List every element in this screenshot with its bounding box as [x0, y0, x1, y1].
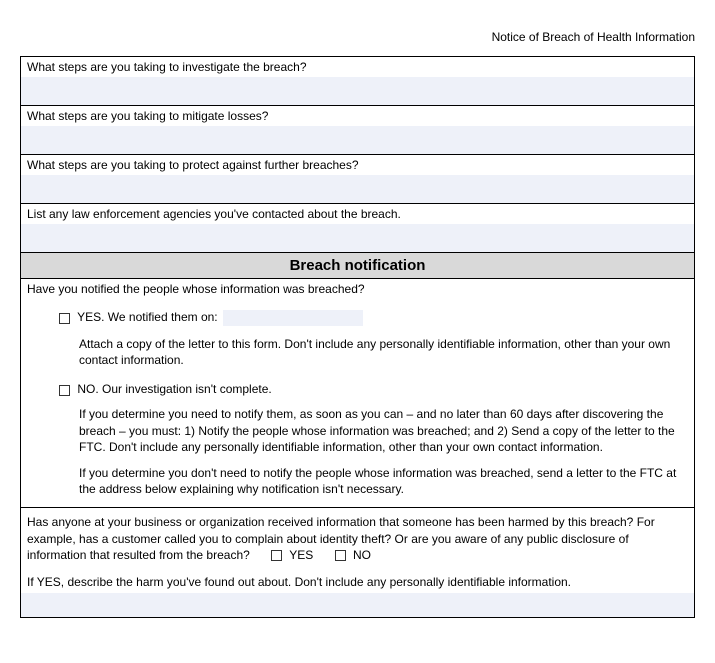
notify-no-row: NO. Our investigation isn't complete.	[27, 382, 688, 396]
input-mitigate[interactable]	[21, 126, 694, 154]
harm-section: Has anyone at your business or organizat…	[21, 508, 694, 617]
checkbox-notify-no[interactable]	[59, 385, 70, 396]
input-agencies[interactable]	[21, 224, 694, 252]
harm-no-label: NO	[353, 548, 371, 562]
label-investigate: What steps are you taking to investigate…	[21, 57, 694, 77]
notification-section: Have you notified the people whose infor…	[21, 279, 694, 508]
row-protect: What steps are you taking to protect aga…	[21, 155, 694, 204]
notify-no-note1: If you determine you need to notify them…	[27, 406, 688, 455]
checkbox-notify-yes[interactable]	[59, 313, 70, 324]
notify-question: Have you notified the people whose infor…	[27, 282, 688, 296]
notify-no-label: NO. Our investigation isn't complete.	[77, 382, 271, 396]
label-agencies: List any law enforcement agencies you've…	[21, 204, 694, 224]
harm-yes-label: YES	[289, 548, 313, 562]
input-notify-date[interactable]	[223, 310, 363, 326]
harm-yesno: YES NO	[271, 547, 389, 563]
notify-yes-row: YES. We notified them on:	[27, 310, 688, 326]
checkbox-harm-yes[interactable]	[271, 550, 282, 561]
row-mitigate: What steps are you taking to mitigate lo…	[21, 106, 694, 155]
row-investigate: What steps are you taking to investigate…	[21, 57, 694, 106]
row-agencies: List any law enforcement agencies you've…	[21, 204, 694, 253]
form-container: What steps are you taking to investigate…	[20, 56, 695, 618]
harm-question-block: Has anyone at your business or organizat…	[27, 514, 688, 563]
input-harm-describe[interactable]	[21, 593, 694, 617]
label-protect: What steps are you taking to protect aga…	[21, 155, 694, 175]
notify-no-note2: If you determine you don't need to notif…	[27, 465, 688, 497]
notify-yes-note: Attach a copy of the letter to this form…	[27, 336, 688, 368]
notify-yes-label: YES. We notified them on:	[77, 310, 218, 324]
label-mitigate: What steps are you taking to mitigate lo…	[21, 106, 694, 126]
harm-describe-label: If YES, describe the harm you've found o…	[27, 575, 688, 591]
input-protect[interactable]	[21, 175, 694, 203]
checkbox-harm-no[interactable]	[335, 550, 346, 561]
section-header-breach-notification: Breach notification	[21, 253, 694, 279]
page-title: Notice of Breach of Health Information	[0, 0, 715, 56]
input-investigate[interactable]	[21, 77, 694, 105]
